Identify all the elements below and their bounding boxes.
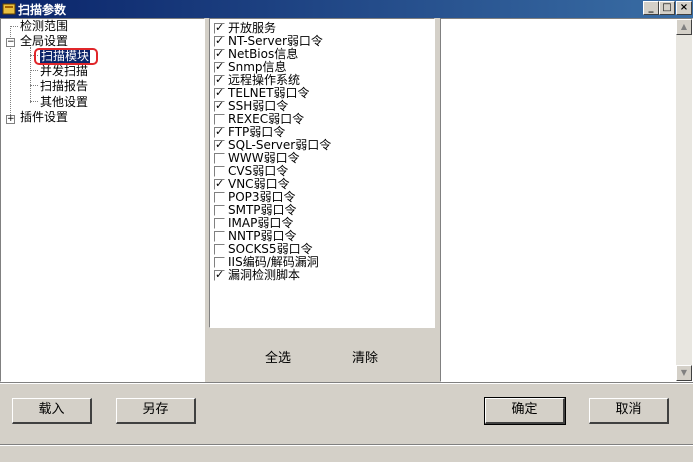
tree-item-plugin-settings[interactable]: 插件设置 bbox=[20, 111, 68, 124]
check-icon: ✓ bbox=[215, 125, 225, 138]
checkbox[interactable]: ✓ bbox=[214, 47, 225, 60]
module-checklist[interactable]: ✓ 开放服务 ✓ NT-Server弱口令 ✓ NetBios信息 ✓ Snmp信息 ✓… bbox=[209, 18, 435, 328]
checkbox[interactable]: ✓ bbox=[214, 192, 225, 203]
tree-item-other-settings[interactable]: 其他设置 bbox=[40, 96, 88, 109]
checkbox[interactable]: ✓ bbox=[214, 257, 225, 268]
vertical-scrollbar[interactable]: ▲ ▼ bbox=[676, 19, 692, 381]
scroll-down-icon[interactable]: ▼ bbox=[676, 365, 692, 381]
checkbox[interactable]: ✓ bbox=[214, 166, 225, 177]
checkbox[interactable]: ✓ bbox=[214, 86, 225, 99]
checkbox[interactable]: ✓ bbox=[214, 268, 225, 281]
check-icon: ✓ bbox=[215, 21, 225, 34]
save-as-button[interactable]: 另存 bbox=[116, 398, 196, 424]
minimize-button[interactable]: _ bbox=[643, 1, 659, 15]
load-button[interactable]: 载入 bbox=[12, 398, 92, 424]
checkbox[interactable]: ✓ bbox=[214, 34, 225, 47]
checkbox[interactable]: ✓ bbox=[214, 21, 225, 34]
clear-button[interactable]: 清除 bbox=[352, 347, 378, 366]
window-title: 扫描参数 bbox=[18, 3, 67, 17]
check-icon: ✓ bbox=[215, 268, 225, 281]
checkbox[interactable]: ✓ bbox=[214, 244, 225, 255]
check-icon: ✓ bbox=[215, 99, 225, 112]
tree-item-concurrent-scan[interactable]: 并发扫描 bbox=[40, 65, 88, 78]
checkbox[interactable]: ✓ bbox=[214, 205, 225, 216]
collapse-icon[interactable]: − bbox=[6, 38, 15, 47]
expand-icon[interactable]: + bbox=[6, 115, 15, 124]
scroll-up-icon[interactable]: ▲ bbox=[676, 19, 692, 35]
close-button[interactable]: × bbox=[676, 1, 692, 15]
tree-item-global-settings[interactable]: 全局设置 bbox=[20, 35, 68, 48]
check-icon: ✓ bbox=[215, 47, 225, 60]
checkbox[interactable]: ✓ bbox=[214, 99, 225, 112]
check-icon: ✓ bbox=[215, 138, 225, 151]
maximize-button[interactable]: □ bbox=[659, 1, 675, 15]
maximize-icon: □ bbox=[662, 2, 672, 13]
tree-connector bbox=[30, 70, 38, 71]
checkbox[interactable]: ✓ bbox=[214, 60, 225, 73]
tree-connector bbox=[30, 101, 38, 102]
checkbox[interactable]: ✓ bbox=[214, 125, 225, 138]
ok-button[interactable]: 确定 bbox=[484, 397, 566, 425]
check-icon: ✓ bbox=[215, 86, 225, 99]
checkbox[interactable]: ✓ bbox=[214, 153, 225, 164]
checkbox[interactable]: ✓ bbox=[214, 231, 225, 242]
separator bbox=[0, 444, 693, 446]
app-icon bbox=[2, 3, 16, 15]
tree-connector bbox=[10, 26, 18, 27]
checkbox[interactable]: ✓ bbox=[214, 218, 225, 229]
checkbox[interactable]: ✓ bbox=[214, 114, 225, 125]
tree-item-scan-report[interactable]: 扫描报告 bbox=[40, 80, 88, 93]
tree-connector bbox=[30, 85, 38, 86]
annotation-highlight-ring bbox=[34, 48, 98, 65]
check-icon: ✓ bbox=[215, 34, 225, 47]
checkbox[interactable]: ✓ bbox=[214, 177, 225, 190]
select-all-button[interactable]: 全选 bbox=[265, 347, 291, 366]
checkbox[interactable]: ✓ bbox=[214, 138, 225, 151]
settings-tree[interactable]: 检测范围 − 全局设置 扫描模块 并发扫描 扫描报告 其他设置 + 插件设置 bbox=[0, 18, 205, 382]
check-icon: ✓ bbox=[215, 177, 225, 190]
module-footer: 全选 清除 bbox=[209, 328, 435, 382]
close-icon: × bbox=[679, 2, 689, 13]
minimize-icon: _ bbox=[648, 2, 654, 13]
tree-item-scan-range[interactable]: 检测范围 bbox=[20, 20, 68, 33]
check-icon: ✓ bbox=[215, 73, 225, 86]
separator bbox=[0, 382, 693, 384]
checkbox[interactable]: ✓ bbox=[214, 73, 225, 86]
detail-panel: ▲ ▼ bbox=[440, 18, 693, 382]
check-icon: ✓ bbox=[215, 60, 225, 73]
title-bar[interactable]: 扫描参数 _ □ × bbox=[0, 0, 693, 18]
cancel-button[interactable]: 取消 bbox=[589, 398, 669, 424]
